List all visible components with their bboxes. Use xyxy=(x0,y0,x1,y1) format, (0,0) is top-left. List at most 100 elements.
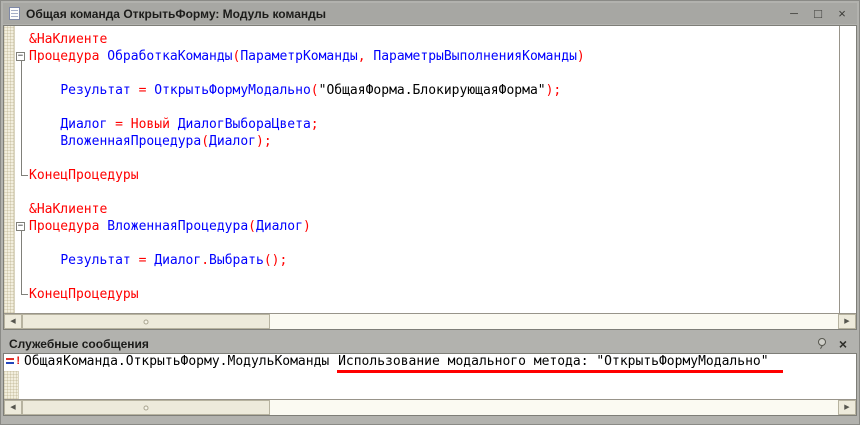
service-messages-title: Служебные сообщения xyxy=(9,337,149,351)
designer-window: Общая команда ОткрытьФорму: Модуль коман… xyxy=(0,0,860,425)
vertical-scrollbar[interactable] xyxy=(839,26,856,313)
code-line[interactable] xyxy=(15,99,839,116)
messages-scroll-thumb[interactable] xyxy=(22,400,270,415)
code-token: ВложеннаяПроцедура xyxy=(107,219,248,234)
code-text: Результат = ОткрытьФормуМодально("ОбщаяФ… xyxy=(29,82,561,99)
code-token: &НаКлиенте xyxy=(29,202,107,217)
fold-collapse-icon[interactable]: − xyxy=(16,52,25,61)
window-title: Общая команда ОткрытьФорму: Модуль коман… xyxy=(26,7,326,21)
close-button[interactable]: × xyxy=(833,5,851,23)
code-text: &НаКлиенте xyxy=(29,201,107,218)
code-token: Новый xyxy=(131,117,178,132)
code-token: Процедура xyxy=(29,49,107,64)
message-warning-icon: ! xyxy=(6,356,21,368)
scroll-left-button[interactable]: ◀ xyxy=(4,314,22,329)
code-line[interactable]: &НаКлиенте xyxy=(15,31,839,48)
code-text: КонецПроцедуры xyxy=(29,286,139,303)
messages-close-button[interactable]: × xyxy=(835,336,851,352)
messages-scroll-left-icon: ◀ xyxy=(10,404,15,411)
breakpoint-margin[interactable] xyxy=(4,26,15,313)
editor-horizontal-scrollbar[interactable]: ◀ ▶ xyxy=(4,313,856,329)
code-token: ; xyxy=(311,117,319,132)
code-line[interactable] xyxy=(15,150,839,167)
code-token: ) xyxy=(577,49,585,64)
message-warning[interactable]: Использование модального метода: "Открыт… xyxy=(337,355,782,373)
code-line[interactable]: −Процедура ОбработкаКоманды(ПараметрКома… xyxy=(15,48,839,65)
code-line[interactable]: Результат = Диалог.Выбрать(); xyxy=(15,252,839,269)
editor-scroll-thumb[interactable] xyxy=(22,314,270,329)
fold-toggle[interactable]: − xyxy=(15,218,29,235)
code-line[interactable]: Диалог = Новый ДиалогВыбораЦвета; xyxy=(15,116,839,133)
code-token xyxy=(29,117,60,132)
code-line[interactable]: −Процедура ВложеннаяПроцедура(Диалог) xyxy=(15,218,839,235)
fold-gutter xyxy=(15,150,29,167)
code-text: ВложеннаяПроцедура(Диалог); xyxy=(29,133,272,150)
code-line[interactable] xyxy=(15,269,839,286)
code-token: Результат xyxy=(60,253,130,268)
code-line[interactable] xyxy=(15,65,839,82)
code-line[interactable] xyxy=(15,184,839,201)
document-icon xyxy=(9,7,20,20)
code-token: КонецПроцедуры xyxy=(29,168,139,183)
messages-scroll-right-icon: ▶ xyxy=(844,404,849,411)
code-token: Результат xyxy=(60,83,130,98)
fold-collapse-icon[interactable]: − xyxy=(16,222,25,231)
code-line[interactable]: &НаКлиенте xyxy=(15,201,839,218)
code-token xyxy=(29,253,60,268)
messages-scroll-track[interactable] xyxy=(22,400,838,415)
fold-gutter xyxy=(15,133,29,150)
code-line[interactable]: КонецПроцедуры xyxy=(15,286,839,303)
code-token: Процедура xyxy=(29,219,107,234)
code-token xyxy=(29,83,60,98)
code-token: Диалог xyxy=(60,117,107,132)
code-token: Диалог xyxy=(154,253,201,268)
code-token: ( xyxy=(311,83,319,98)
service-messages-panel: Служебные сообщения × ! ОбщаяКоманда.Отк… xyxy=(3,334,857,416)
scroll-left-icon: ◀ xyxy=(10,318,15,325)
fold-gutter xyxy=(15,116,29,133)
scroll-right-icon: ▶ xyxy=(844,318,849,325)
fold-gutter xyxy=(15,31,29,48)
scroll-right-button[interactable]: ▶ xyxy=(838,314,856,329)
code-text: Диалог = Новый ДиалогВыбораЦвета; xyxy=(29,116,319,133)
messages-horizontal-scrollbar[interactable]: ◀ ▶ xyxy=(4,399,856,415)
message-row[interactable]: ! ОбщаяКоманда.ОткрытьФорму.МодульКоманд… xyxy=(4,354,856,371)
code-token: , xyxy=(358,49,374,64)
code-text: КонецПроцедуры xyxy=(29,167,139,184)
code-text: Результат = Диалог.Выбрать(); xyxy=(29,252,287,269)
code-lines[interactable]: &НаКлиенте−Процедура ОбработкаКоманды(Па… xyxy=(15,26,839,313)
minimize-button[interactable]: ─ xyxy=(785,5,803,23)
code-token: ); xyxy=(546,83,562,98)
editor-scroll-track[interactable] xyxy=(22,314,838,329)
fold-gutter xyxy=(15,82,29,99)
code-token xyxy=(29,134,60,149)
code-line[interactable] xyxy=(15,235,839,252)
fold-toggle[interactable]: − xyxy=(15,48,29,65)
code-token: = xyxy=(107,117,130,132)
pin-icon[interactable] xyxy=(817,338,827,349)
messages-scroll-right-button[interactable]: ▶ xyxy=(838,400,856,415)
code-token: Выбрать xyxy=(209,253,264,268)
code-token: &НаКлиенте xyxy=(29,32,107,47)
code-editor-main: &НаКлиенте−Процедура ОбработкаКоманды(Па… xyxy=(4,26,856,313)
code-token: . xyxy=(201,253,209,268)
code-token: ); xyxy=(256,134,272,149)
fold-gutter xyxy=(15,269,29,286)
service-messages-body: ! ОбщаяКоманда.ОткрытьФорму.МодульКоманд… xyxy=(3,353,857,416)
code-text: Процедура ВложеннаяПроцедура(Диалог) xyxy=(29,218,311,235)
fold-gutter xyxy=(15,184,29,201)
code-line[interactable]: ВложеннаяПроцедура(Диалог); xyxy=(15,133,839,150)
fold-gutter xyxy=(15,252,29,269)
messages-scroll-left-button[interactable]: ◀ xyxy=(4,400,22,415)
messages-scroll-thumb-grip-icon xyxy=(144,405,149,410)
fold-gutter xyxy=(15,286,29,303)
code-line[interactable]: КонецПроцедуры xyxy=(15,167,839,184)
code-line[interactable]: Результат = ОткрытьФормуМодально("ОбщаяФ… xyxy=(15,82,839,99)
code-token: ( xyxy=(248,219,256,234)
code-token: ) xyxy=(303,219,311,234)
maximize-button[interactable]: □ xyxy=(809,5,827,23)
code-token: ВложеннаяПроцедура xyxy=(60,134,201,149)
code-token: ПараметрКоманды xyxy=(240,49,357,64)
message-separator xyxy=(329,355,337,369)
title-bar[interactable]: Общая команда ОткрытьФорму: Модуль коман… xyxy=(3,3,857,24)
